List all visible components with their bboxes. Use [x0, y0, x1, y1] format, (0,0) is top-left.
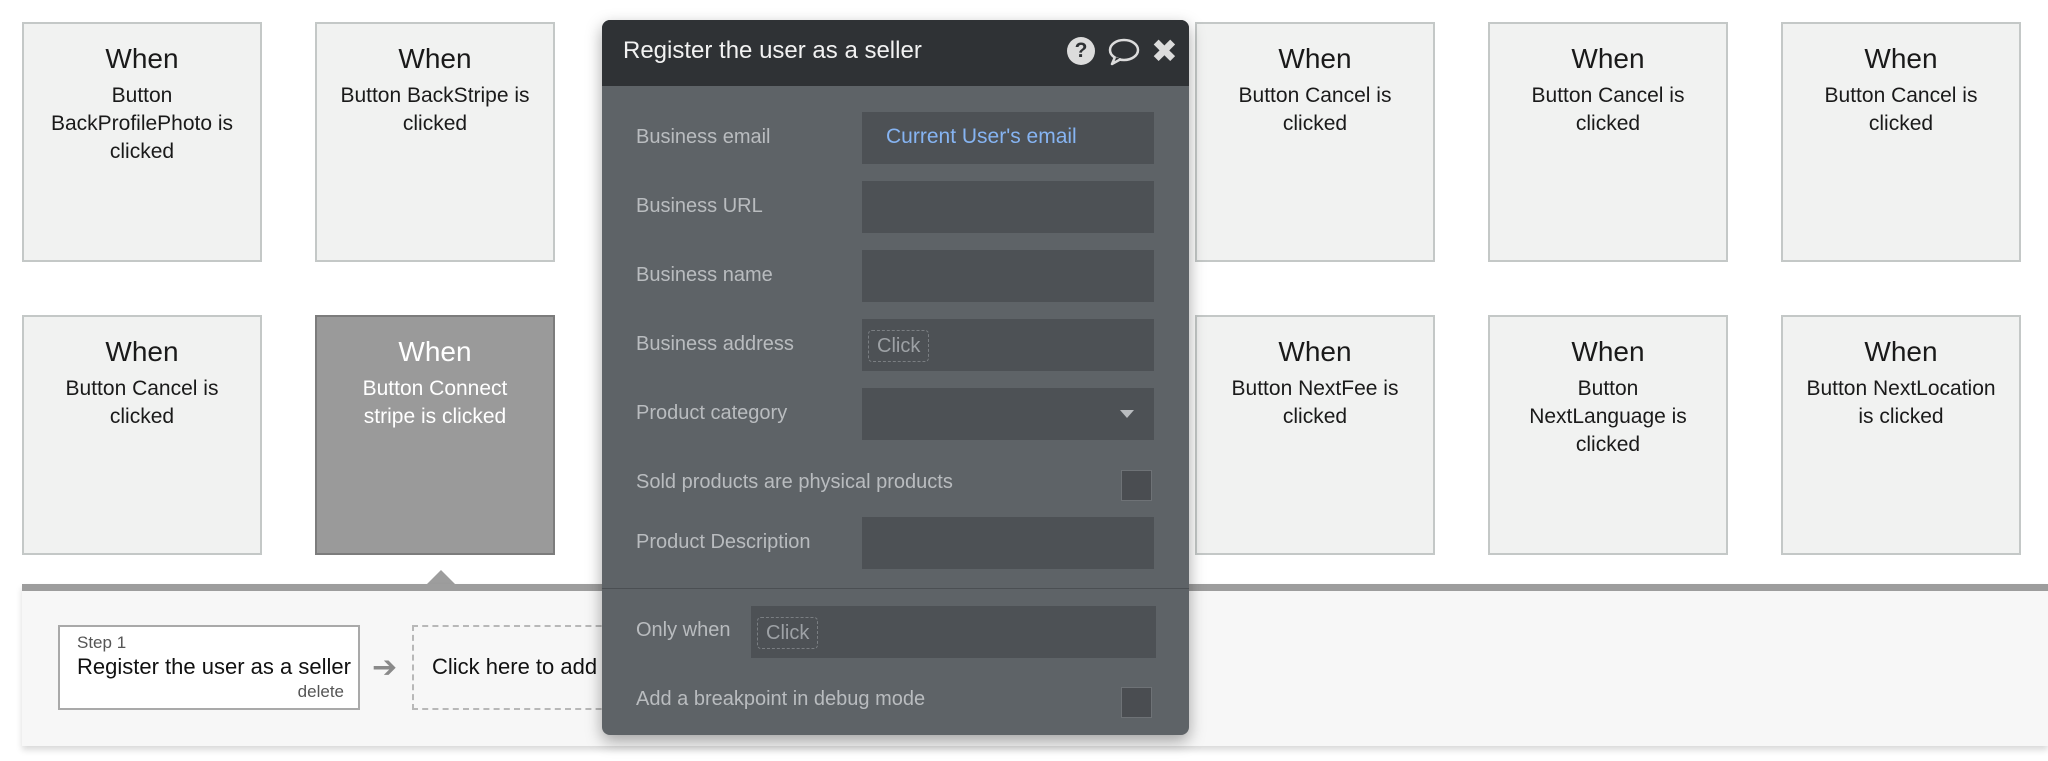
- event-card-connect-stripe[interactable]: When Button Connect stripe is clicked: [315, 315, 555, 555]
- only-when-click-chip[interactable]: Click: [757, 617, 819, 649]
- step-title: Register the user as a seller: [77, 654, 351, 679]
- card-description: Button Connect stripe is clicked: [362, 377, 508, 428]
- help-icon[interactable]: ?: [1067, 37, 1095, 65]
- panel-header: Register the user as a seller ? ✖: [602, 20, 1189, 86]
- card-when-label: When: [105, 336, 179, 367]
- card-description: Button NextLocation is clicked: [1806, 377, 1996, 428]
- breakpoint-checkbox[interactable]: [1121, 687, 1152, 718]
- business-address-label: Business address: [636, 333, 794, 355]
- card-when-label: When: [1571, 336, 1645, 367]
- business-url-field[interactable]: [862, 181, 1154, 233]
- step-delete-link[interactable]: delete: [298, 682, 344, 702]
- card-when-label: When: [105, 43, 179, 74]
- event-card-cancel[interactable]: When Button Cancel is clicked: [1488, 22, 1728, 262]
- product-description-field[interactable]: [862, 517, 1154, 569]
- event-card-next-fee[interactable]: When Button NextFee is clicked: [1195, 315, 1435, 555]
- close-icon[interactable]: ✖: [1151, 32, 1178, 70]
- event-card-cancel[interactable]: When Button Cancel is clicked: [22, 315, 262, 555]
- card-description: Button Cancel is clicked: [1824, 84, 1978, 135]
- product-category-select[interactable]: [862, 388, 1154, 440]
- card-when-label: When: [1278, 43, 1352, 74]
- card-when-label: When: [398, 336, 472, 367]
- comment-icon[interactable]: [1108, 38, 1140, 71]
- card-description: Button BackStripe is clicked: [340, 84, 530, 135]
- business-url-label: Business URL: [636, 195, 763, 217]
- card-description: Button Cancel is clicked: [1531, 84, 1685, 135]
- workflow-step-1[interactable]: Step 1 Register the user as a seller del…: [58, 625, 360, 710]
- event-card-back-profile-photo[interactable]: When Button BackProfilePhoto is clicked: [22, 22, 262, 262]
- card-when-label: When: [1864, 43, 1938, 74]
- business-name-label: Business name: [636, 264, 773, 286]
- add-action-label: Click here to add an action...: [432, 654, 620, 679]
- product-description-label: Product Description: [636, 531, 811, 553]
- card-when-label: When: [1571, 43, 1645, 74]
- business-name-field[interactable]: [862, 250, 1154, 302]
- card-description: Button BackProfilePhoto is clicked: [50, 84, 234, 163]
- card-when-label: When: [1278, 336, 1352, 367]
- panel-divider: [602, 588, 1189, 589]
- event-card-back-stripe[interactable]: When Button BackStripe is clicked: [315, 22, 555, 262]
- event-card-cancel[interactable]: When Button Cancel is clicked: [1781, 22, 2021, 262]
- business-email-label: Business email: [636, 126, 771, 148]
- event-card-cancel[interactable]: When Button Cancel is clicked: [1195, 22, 1435, 262]
- chevron-down-icon: [1120, 410, 1134, 418]
- panel-title: Register the user as a seller: [623, 37, 922, 64]
- breakpoint-label: Add a breakpoint in debug mode: [636, 688, 926, 710]
- business-address-click-chip[interactable]: Click: [868, 330, 930, 362]
- business-email-field[interactable]: Current User's email: [862, 112, 1154, 164]
- event-card-next-language[interactable]: When Button NextLanguage is clicked: [1488, 315, 1728, 555]
- product-category-label: Product category: [636, 402, 788, 424]
- card-when-label: When: [398, 43, 472, 74]
- card-description: Button NextLanguage is clicked: [1529, 377, 1687, 456]
- event-card-next-location[interactable]: When Button NextLocation is clicked: [1781, 315, 2021, 555]
- step-number: Step 1: [77, 633, 127, 652]
- arrow-right-icon: ➔: [372, 651, 398, 684]
- add-action-button[interactable]: Click here to add an action...: [412, 625, 622, 710]
- only-when-label: Only when: [636, 619, 731, 641]
- only-when-field[interactable]: Click: [751, 606, 1156, 658]
- action-property-editor: Register the user as a seller ? ✖ Busine…: [602, 20, 1189, 735]
- business-email-value: Current User's email: [886, 125, 1077, 148]
- business-address-field[interactable]: Click: [862, 319, 1154, 371]
- physical-products-label: Sold products are physical products: [636, 471, 953, 493]
- physical-products-checkbox[interactable]: [1121, 470, 1152, 501]
- card-description: Button Cancel is clicked: [1238, 84, 1392, 135]
- card-when-label: When: [1864, 336, 1938, 367]
- card-description: Button NextFee is clicked: [1231, 377, 1399, 428]
- selected-card-pointer: [427, 570, 455, 584]
- card-description: Button Cancel is clicked: [65, 377, 219, 428]
